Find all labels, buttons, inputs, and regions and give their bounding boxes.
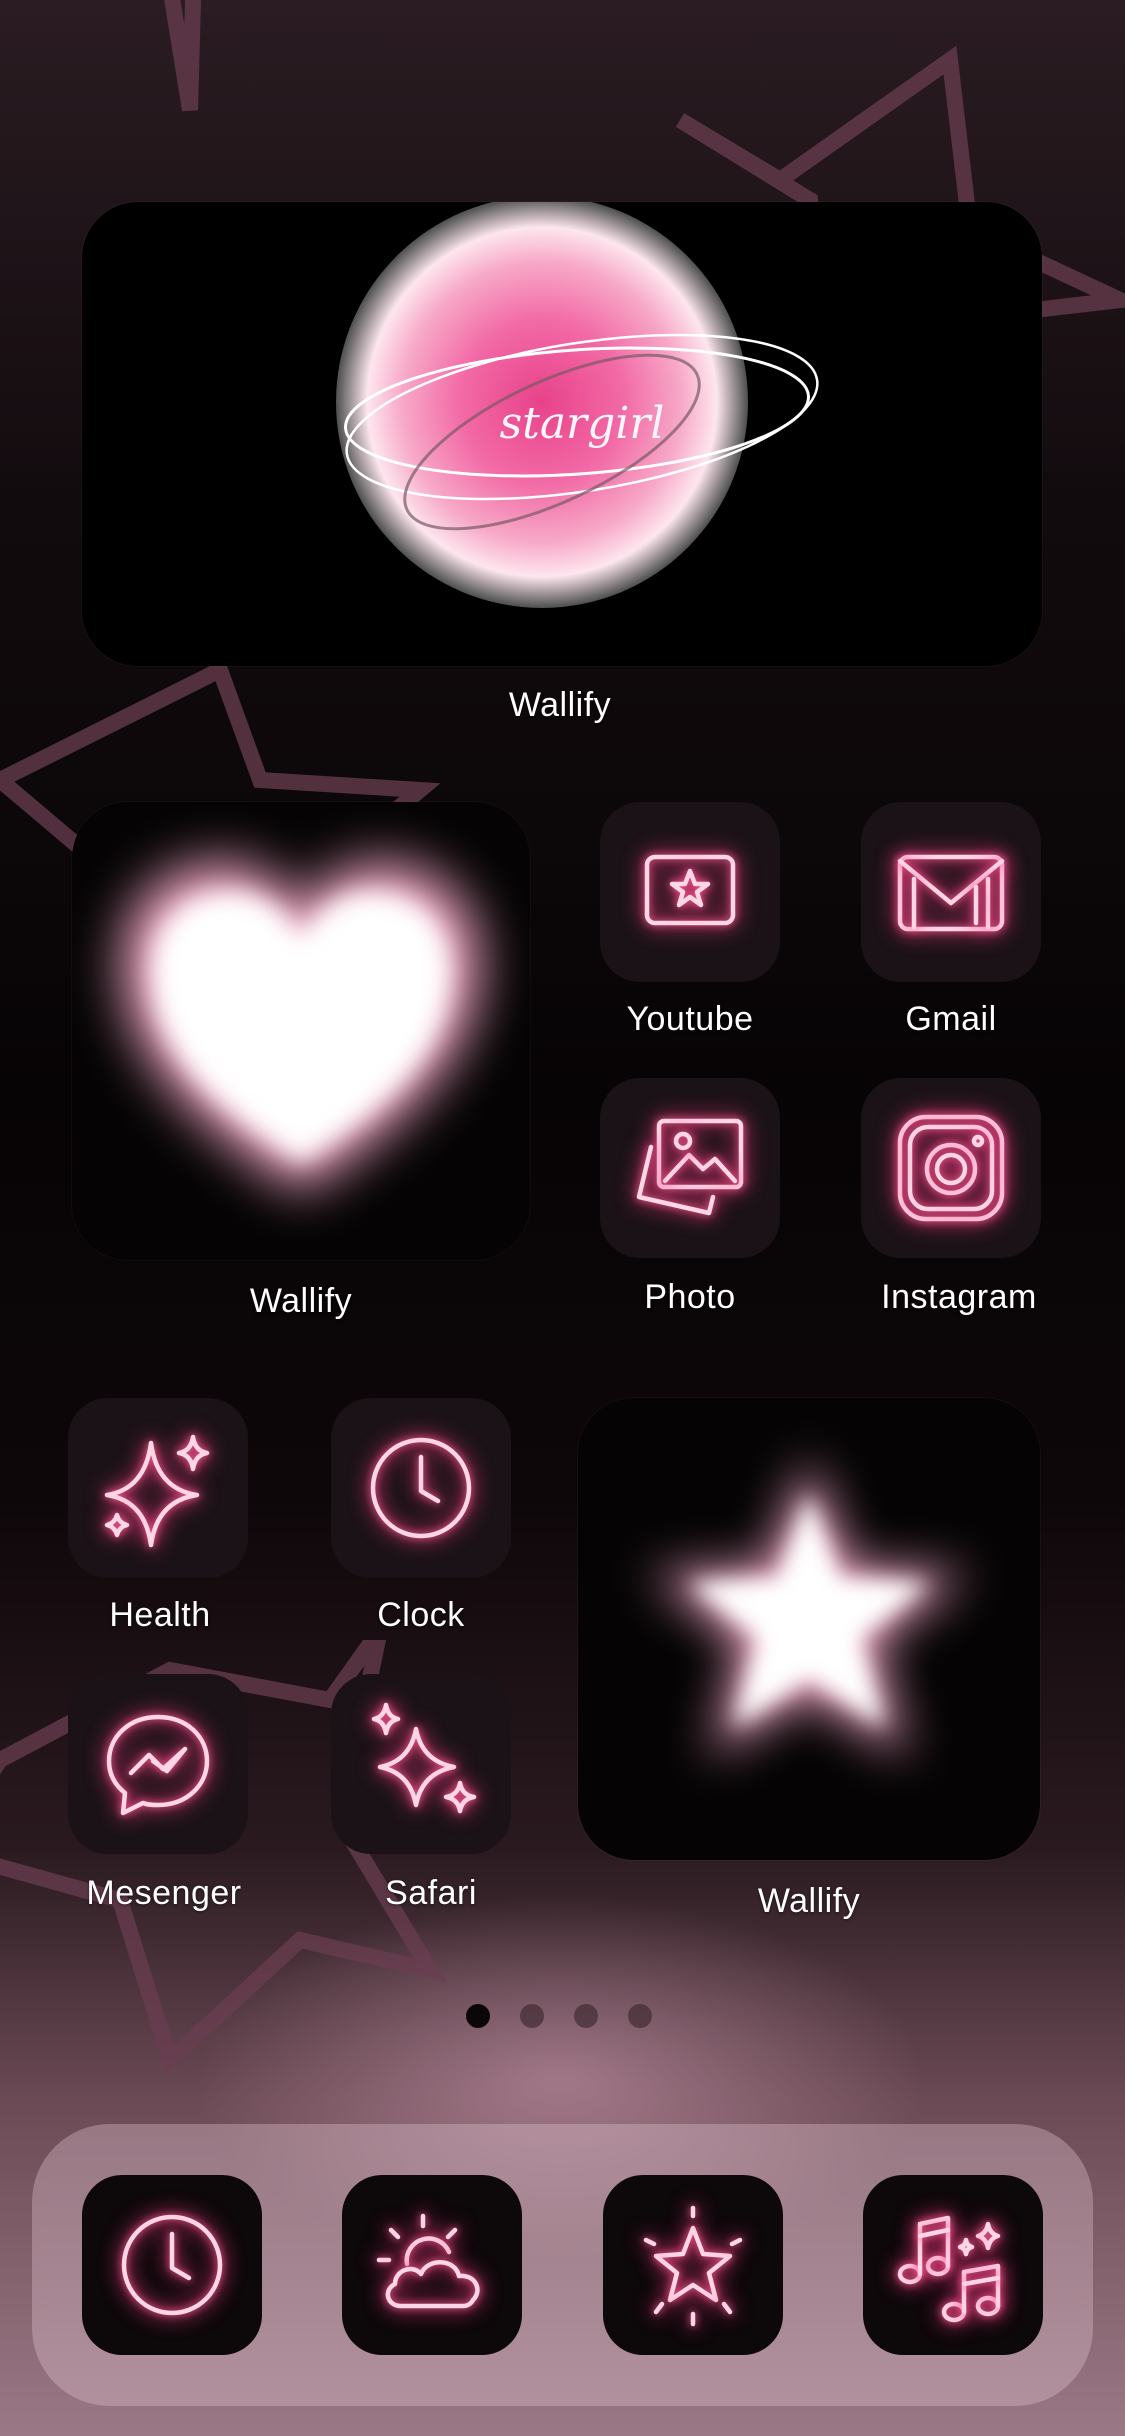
app-label-clock: Clock <box>377 1596 465 1634</box>
page-dot-4[interactable] <box>628 2004 652 2028</box>
instagram-app-icon[interactable] <box>861 1078 1041 1258</box>
star-burst-icon <box>643 2205 743 2327</box>
star-play-icon <box>644 854 736 926</box>
dock <box>32 2124 1093 2406</box>
photos-icon <box>636 1118 744 1216</box>
photo-app-icon[interactable] <box>600 1078 780 1258</box>
stargirl-script-text: stargirl <box>499 398 665 449</box>
gmail-app-icon[interactable] <box>861 802 1041 982</box>
glowing-star-image <box>650 1458 968 1758</box>
dock-stars-app[interactable] <box>603 2175 783 2355</box>
clock-icon <box>370 1437 472 1539</box>
safari-app-icon[interactable] <box>331 1674 511 1854</box>
widget-label-star: Wallify <box>757 1882 861 1920</box>
glowing-heart-image <box>122 862 480 1192</box>
messenger-app-icon[interactable] <box>68 1674 248 1854</box>
page-indicator[interactable] <box>466 2004 652 2028</box>
heart-widget[interactable] <box>72 802 530 1260</box>
app-label-instagram: Instagram <box>881 1278 1037 1316</box>
page-dot-3[interactable] <box>574 2004 598 2028</box>
app-label-mesenger: Mesenger <box>86 1874 242 1912</box>
clock-icon <box>121 2214 223 2316</box>
app-label-gmail: Gmail <box>905 1000 997 1038</box>
music-notes-icon <box>897 2215 1001 2323</box>
star-widget[interactable] <box>578 1398 1040 1860</box>
youtube-app-icon[interactable] <box>600 802 780 982</box>
app-label-youtube: Youtube <box>626 1000 754 1038</box>
dock-music-app[interactable] <box>863 2175 1043 2355</box>
app-label-health: Health <box>109 1596 211 1634</box>
sparkles-icon <box>371 1702 477 1814</box>
camera-icon <box>897 1114 1005 1222</box>
sparkles-icon <box>104 1434 210 1548</box>
app-label-safari: Safari <box>385 1874 477 1912</box>
app-label-photo: Photo <box>644 1278 736 1316</box>
health-app-icon[interactable] <box>68 1398 248 1578</box>
dock-clock-app[interactable] <box>82 2175 262 2355</box>
widget-label-top: Wallify <box>508 686 612 724</box>
messenger-icon <box>106 1714 210 1816</box>
weather-icon <box>376 2213 480 2309</box>
dock-weather-app[interactable] <box>342 2175 522 2355</box>
mail-icon <box>897 854 1005 932</box>
clock-app-icon[interactable] <box>331 1398 511 1578</box>
page-dot-2[interactable] <box>520 2004 544 2028</box>
widget-label-heart: Wallify <box>249 1282 353 1320</box>
stargirl-widget[interactable]: stargirl <box>82 202 1042 666</box>
page-dot-1[interactable] <box>466 2004 490 2028</box>
